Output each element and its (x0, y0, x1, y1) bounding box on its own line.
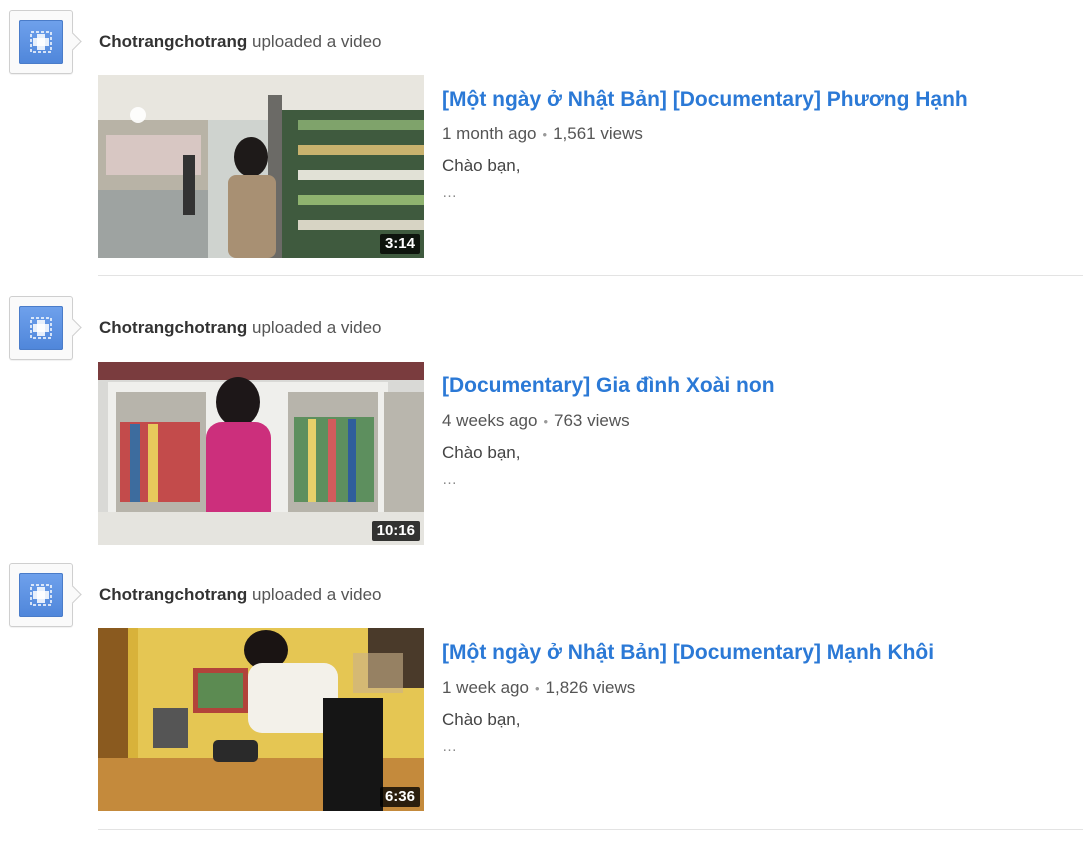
description-more-ellipsis: … (442, 184, 457, 201)
activity-header: Chotrangchotrang uploaded a video (99, 318, 382, 338)
video-view-count: 1,826 views (545, 678, 636, 697)
default-channel-avatar-icon (19, 306, 63, 350)
video-duration-badge: 3:14 (379, 234, 420, 254)
video-age: 1 month ago (442, 124, 537, 143)
video-duration-badge: 6:36 (379, 787, 420, 807)
video-title-link[interactable]: [Documentary] Gia đình Xoài non (442, 374, 775, 398)
default-channel-avatar-icon (19, 573, 63, 617)
video-description: Chào bạn, (442, 156, 521, 175)
channel-avatar[interactable] (9, 10, 73, 74)
video-meta: 4 weeks ago • 763 views (442, 411, 630, 431)
video-view-count: 763 views (554, 411, 630, 430)
video-duration-badge: 10:16 (371, 521, 420, 541)
video-view-count: 1,561 views (553, 124, 643, 143)
feed-item-divider (98, 275, 1083, 276)
video-thumbnail[interactable]: 3:14 (98, 75, 424, 258)
video-title-link[interactable]: [Một ngày ở Nhật Bản] [Documentary] Mạnh… (442, 641, 934, 665)
video-description: Chào bạn, (442, 443, 521, 462)
activity-action-text: uploaded a video (252, 32, 382, 51)
bullet-separator-icon: • (542, 127, 548, 142)
channel-avatar[interactable] (9, 563, 73, 627)
video-age: 4 weeks ago (442, 411, 538, 430)
video-thumbnail[interactable]: 6:36 (98, 628, 424, 811)
activity-header: Chotrangchotrang uploaded a video (99, 32, 382, 52)
video-meta: 1 month ago • 1,561 views (442, 124, 643, 144)
bullet-separator-icon: • (534, 681, 540, 696)
video-description: Chào bạn, (442, 710, 521, 729)
activity-header: Chotrangchotrang uploaded a video (99, 585, 382, 605)
description-more-ellipsis: … (442, 738, 457, 755)
video-title-link[interactable]: [Một ngày ở Nhật Bản] [Documentary] Phươ… (442, 88, 968, 112)
channel-name-link[interactable]: Chotrangchotrang (99, 318, 247, 337)
bullet-separator-icon: • (543, 414, 549, 429)
video-meta: 1 week ago • 1,826 views (442, 678, 635, 698)
activity-action-text: uploaded a video (252, 318, 382, 337)
default-channel-avatar-icon (19, 20, 63, 64)
channel-name-link[interactable]: Chotrangchotrang (99, 585, 247, 604)
video-age: 1 week ago (442, 678, 529, 697)
description-more-ellipsis: … (442, 471, 457, 488)
channel-name-link[interactable]: Chotrangchotrang (99, 32, 247, 51)
channel-avatar[interactable] (9, 296, 73, 360)
activity-feed: Chotrangchotrang uploaded a video 3:14 [… (0, 0, 1083, 841)
video-thumbnail[interactable]: 10:16 (98, 362, 424, 545)
feed-item-divider (98, 829, 1083, 830)
activity-action-text: uploaded a video (252, 585, 382, 604)
